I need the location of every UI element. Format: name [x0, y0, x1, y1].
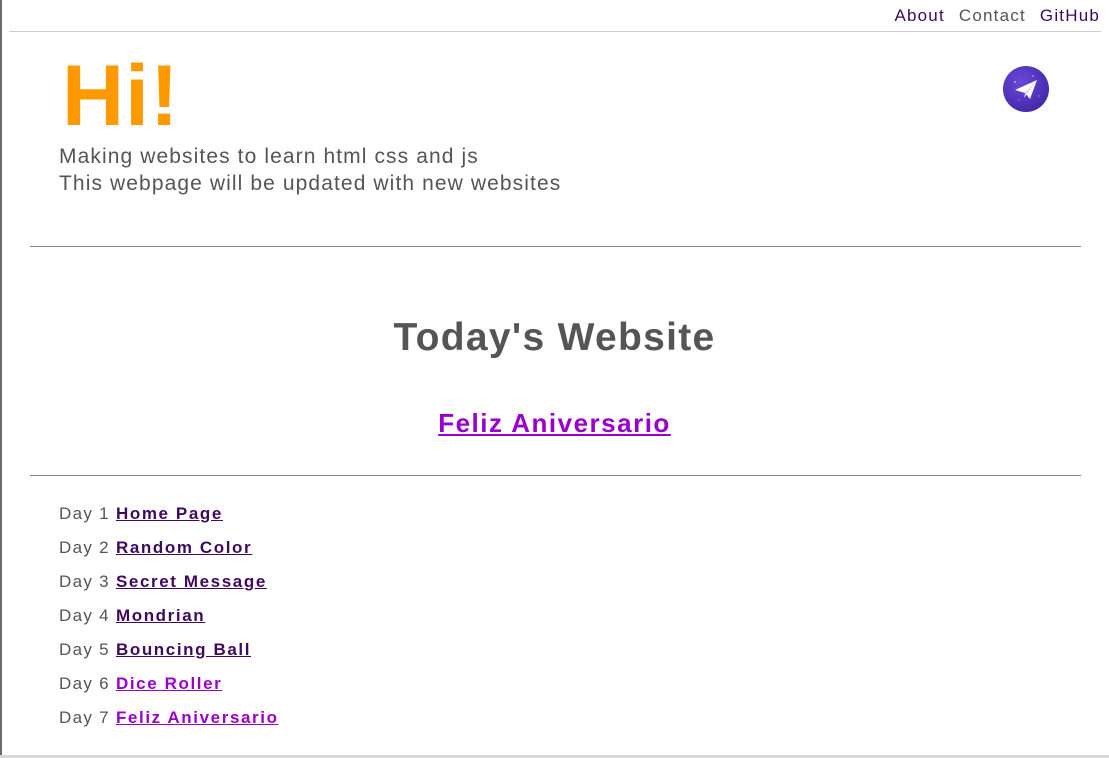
featured-website: Feliz Aniversario: [0, 408, 1109, 439]
paper-plane-icon: [1014, 75, 1040, 101]
day-label: Day 7: [59, 708, 110, 727]
nav-link-about[interactable]: About: [894, 6, 944, 25]
top-nav: About Contact GitHub: [880, 6, 1100, 26]
send-button[interactable]: [1003, 66, 1049, 112]
featured-website-link[interactable]: Feliz Aniversario: [438, 408, 671, 438]
day-label: Day 5: [59, 640, 110, 659]
nav-divider: [9, 31, 1101, 32]
list-item: Day 4 Mondrian: [59, 605, 279, 639]
day-link[interactable]: Bouncing Ball: [116, 640, 251, 659]
list-item: Day 6 Dice Roller: [59, 673, 279, 707]
day-label: Day 2: [59, 538, 110, 557]
tagline-line-2: This webpage will be updated with new we…: [59, 172, 562, 195]
day-label: Day 6: [59, 674, 110, 693]
nav-link-contact[interactable]: Contact: [959, 6, 1026, 25]
day-list: Day 1 Home Page Day 2 Random Color Day 3…: [59, 503, 279, 741]
day-link[interactable]: Dice Roller: [116, 674, 222, 693]
day-link[interactable]: Home Page: [116, 504, 223, 523]
list-item: Day 2 Random Color: [59, 537, 279, 571]
day-link[interactable]: Mondrian: [116, 606, 205, 625]
section-title: Today's Website: [393, 316, 716, 359]
day-label: Day 1: [59, 504, 110, 523]
day-label: Day 4: [59, 606, 110, 625]
page-tagline: Making websites to learn html css and js…: [59, 143, 561, 197]
nav-link-github[interactable]: GitHub: [1040, 6, 1100, 25]
day-link[interactable]: Secret Message: [116, 572, 267, 591]
day-link[interactable]: Random Color: [116, 538, 252, 557]
day-label: Day 3: [59, 572, 110, 591]
window-left-edge: [0, 0, 2, 758]
list-item: Day 1 Home Page: [59, 503, 279, 537]
section-divider: [30, 475, 1081, 476]
list-item: Day 3 Secret Message: [59, 571, 279, 605]
list-item: Day 5 Bouncing Ball: [59, 639, 279, 673]
day-link[interactable]: Feliz Aniversario: [116, 708, 279, 727]
list-item: Day 7 Feliz Aniversario: [59, 707, 279, 741]
page-greeting: Hi!: [62, 48, 180, 144]
tagline-line-1: Making websites to learn html css and js: [59, 145, 479, 168]
section-divider: [30, 246, 1081, 247]
